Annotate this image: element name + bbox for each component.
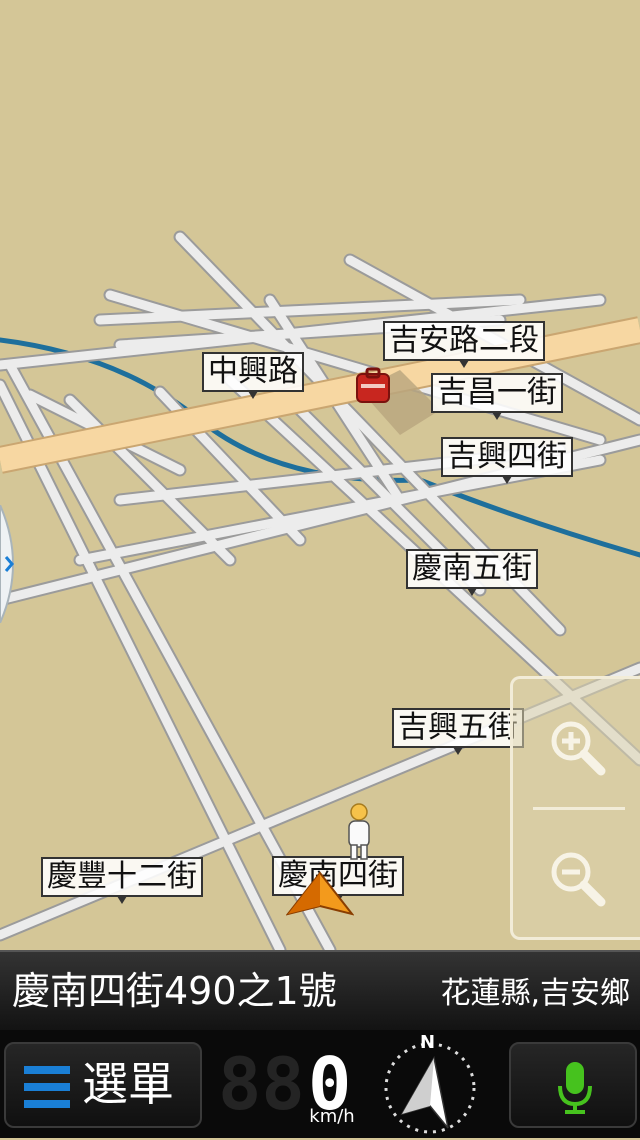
bottom-bar: 選單 88 0 km/h N (0, 1030, 640, 1138)
street-label-jian-road: 吉安路二段 (383, 321, 545, 368)
street-label-qingfeng12: 慶豐十二街 (41, 857, 203, 904)
street-label-qingnan5: 慶南五街 (406, 549, 538, 596)
pedestrian-icon (344, 803, 374, 861)
poi-marker-icon[interactable] (353, 366, 393, 406)
speed-unit: km/h (309, 1106, 355, 1127)
menu-label: 選單 (82, 1057, 174, 1111)
current-region: 花蓮縣,吉安鄉 (440, 976, 630, 1011)
current-address: 慶南四街490之1號 (12, 969, 337, 1013)
street-label-jixing4: 吉興四街 (441, 437, 573, 484)
street-label-jichang: 吉昌一街 (431, 373, 563, 420)
voice-input-button[interactable] (509, 1042, 637, 1128)
street-label-jixing5: 吉興五街 (392, 708, 524, 755)
speed-digits-background: 88 (218, 1042, 305, 1126)
microphone-icon (558, 1062, 592, 1114)
compass-north-label: N (420, 1032, 436, 1053)
menu-button[interactable]: 選單 (4, 1042, 202, 1128)
zoom-in-button[interactable] (543, 713, 613, 793)
side-panel-handle[interactable] (0, 504, 26, 624)
zoom-panel (510, 676, 640, 940)
zoom-in-icon (551, 721, 606, 776)
zoom-out-icon (551, 852, 606, 907)
menu-icon (24, 1066, 70, 1108)
zoom-out-button[interactable] (543, 844, 613, 924)
address-bar: 慶南四街490之1號 花蓮縣,吉安鄉 (0, 950, 640, 1032)
current-position-arrow-icon (285, 870, 355, 918)
map-view[interactable]: 中興路 吉安路二段 吉昌一街 吉興四街 慶南五街 吉興五街 慶豐十二街 慶南四街 (0, 0, 640, 957)
street-label-zhongxing: 中興路 (202, 352, 304, 399)
compass[interactable]: N (378, 1032, 482, 1136)
zoom-divider (533, 807, 625, 810)
